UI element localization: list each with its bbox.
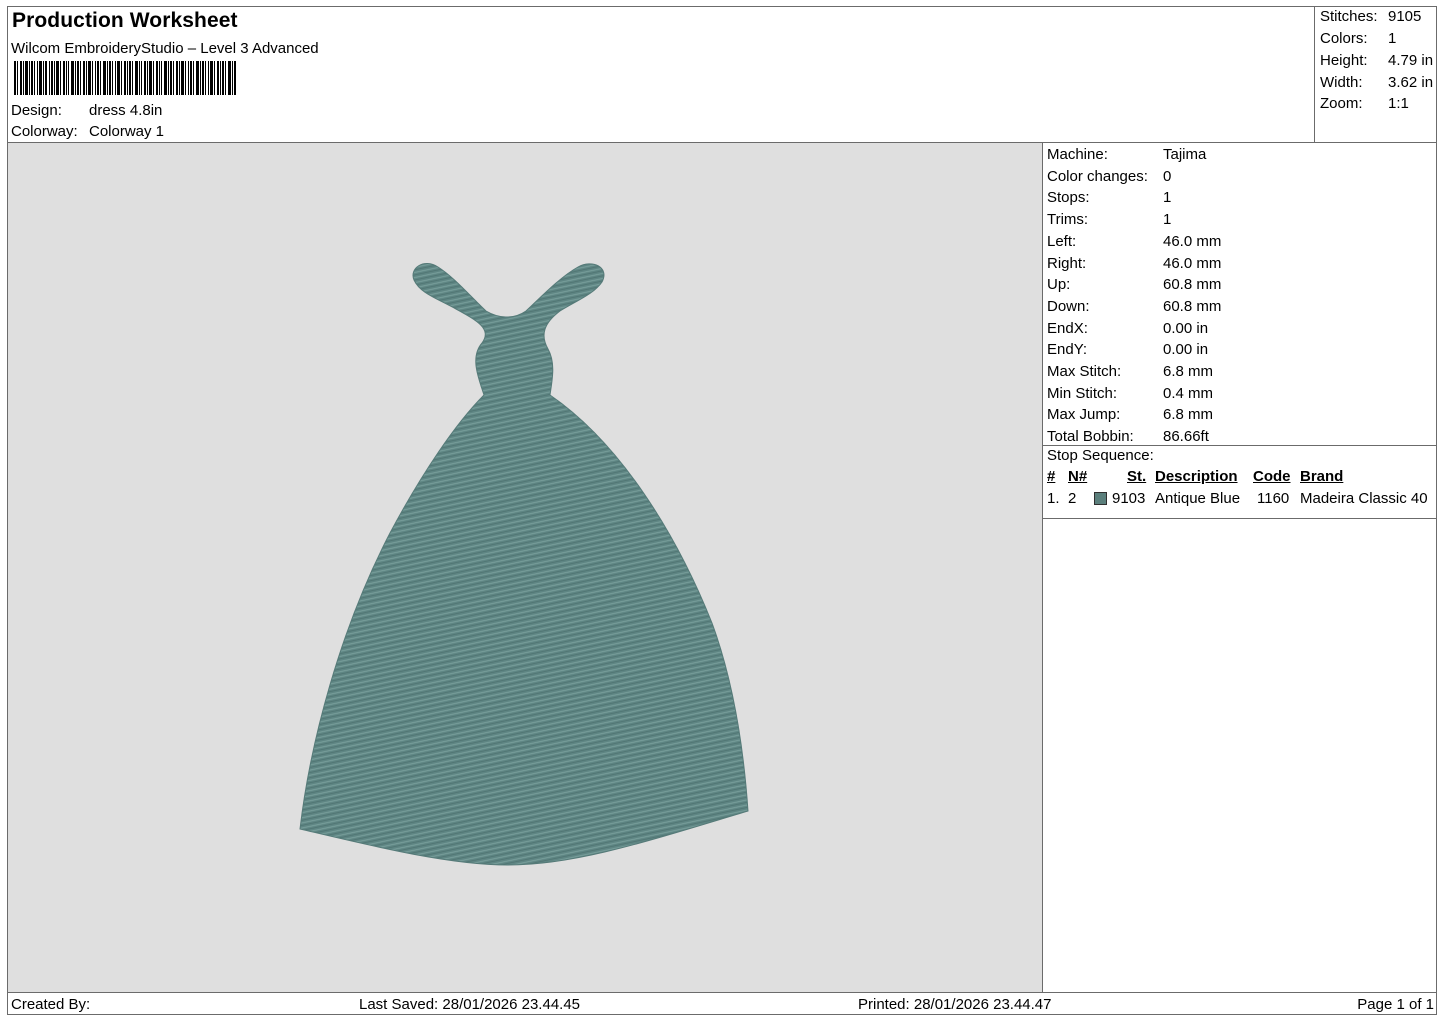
dress-embroidery-image xyxy=(299,263,749,866)
info-row: Max Jump: 6.8 mm xyxy=(1047,406,1213,423)
info-row: Left: 46.0 mm xyxy=(1047,233,1221,250)
info-label: Total Bobbin: xyxy=(1047,428,1134,446)
width-row: Width: 3.62 in xyxy=(1320,74,1433,91)
barcode-image xyxy=(14,61,236,95)
info-value: 60.8 mm xyxy=(1163,276,1222,294)
stitches-row: Stitches: 9105 xyxy=(1320,8,1421,25)
row-brand: Madeira Classic 40 xyxy=(1300,490,1428,507)
stitches-label: Stitches: xyxy=(1320,8,1378,25)
last-saved: Last Saved: 28/01/2026 23.44.45 xyxy=(359,996,581,1013)
info-row: Trims: 1 xyxy=(1047,211,1171,228)
info-value: 60.8 mm xyxy=(1163,297,1222,315)
info-label: Min Stitch: xyxy=(1047,384,1118,402)
info-label: Max Jump: xyxy=(1047,406,1121,424)
info-divider xyxy=(1043,445,1437,446)
info-value: 0.4 mm xyxy=(1163,384,1214,402)
info-value: Tajima xyxy=(1163,146,1207,163)
width-value: 3.62 in xyxy=(1388,74,1434,91)
info-label: Trims: xyxy=(1047,211,1089,229)
info-label: Max Stitch: xyxy=(1047,363,1122,380)
info-row: Right: 46.0 mm xyxy=(1047,255,1221,272)
info-row: Color changes: 0 xyxy=(1047,168,1171,185)
zoom-label: Zoom: xyxy=(1320,95,1363,112)
info-value: 46.0 mm xyxy=(1163,232,1222,250)
machine-info-panel: Machine: Tajima Color changes: 0 Stops: 1 Trim… xyxy=(1043,143,1437,992)
info-label: Up: xyxy=(1047,276,1071,294)
colors-value: 1 xyxy=(1388,30,1397,47)
info-row: Down: 60.8 mm xyxy=(1047,298,1221,315)
col-header-code: Code xyxy=(1253,468,1291,485)
info-value: 6.8 mm xyxy=(1163,406,1214,424)
col-header-needle: N# xyxy=(1068,468,1088,485)
stop-sequence-title: Stop Sequence: xyxy=(1047,447,1154,464)
software-name: Wilcom EmbroideryStudio – Level 3 Advanc… xyxy=(11,40,319,57)
info-label: Left: xyxy=(1047,232,1077,250)
info-label: EndY: xyxy=(1047,341,1088,359)
row-code: 1160 xyxy=(1257,490,1290,507)
info-label: Color changes: xyxy=(1047,167,1148,185)
info-label: Right: xyxy=(1047,254,1087,272)
design-label: Design: xyxy=(11,102,62,119)
info-value: 0 xyxy=(1163,167,1172,185)
row-description: Antique Blue xyxy=(1155,490,1241,507)
info-value: 1 xyxy=(1163,211,1172,229)
stop-sequence-divider xyxy=(1043,518,1437,519)
colorway-value: Colorway 1 xyxy=(89,123,165,140)
design-value: dress 4.8in xyxy=(89,102,163,119)
page-number: Page 1 of 1 xyxy=(1357,996,1434,1013)
thread-color-swatch xyxy=(1094,492,1107,505)
info-row: Min Stitch: 0.4 mm xyxy=(1047,385,1213,402)
printed-date: Printed: 28/01/2026 23.44.47 xyxy=(858,996,1052,1013)
worksheet-title: Production Worksheet xyxy=(12,9,238,32)
colorway-row: Colorway: Colorway 1 xyxy=(11,123,164,140)
height-label: Height: xyxy=(1320,52,1368,69)
col-header-num: # xyxy=(1047,468,1056,485)
zoom-value: 1:1 xyxy=(1388,95,1409,112)
info-value: 46.0 mm xyxy=(1163,254,1222,272)
info-value: 0.00 in xyxy=(1163,319,1209,337)
summary-box: Stitches: 9105 Colors: 1 Height: 4.79 in Wi… xyxy=(1314,7,1436,142)
info-value: 6.8 mm xyxy=(1163,363,1214,380)
info-value: 0.00 in xyxy=(1163,341,1209,359)
colors-label: Colors: xyxy=(1320,30,1368,47)
info-label: Down: xyxy=(1047,297,1090,315)
info-row: EndY: 0.00 in xyxy=(1047,341,1208,358)
design-row: Design: dress 4.8in xyxy=(11,102,162,119)
info-label: Machine: xyxy=(1047,146,1108,163)
info-row: Machine: Tajima xyxy=(1047,146,1206,163)
info-row: Max Stitch: 6.8 mm xyxy=(1047,363,1213,380)
row-stitch: 9103 xyxy=(1112,490,1146,507)
row-needle: 2 xyxy=(1068,490,1077,507)
info-row: EndX: 0.00 in xyxy=(1047,320,1208,337)
stitches-value: 9105 xyxy=(1388,8,1422,25)
col-header-description: Description xyxy=(1155,468,1238,485)
created-by: Created By: xyxy=(11,996,91,1013)
col-header-stitch: St. xyxy=(1127,468,1147,485)
row-num: 1. xyxy=(1047,490,1060,507)
col-header-brand: Brand xyxy=(1300,468,1344,485)
colors-row: Colors: 1 xyxy=(1320,30,1396,47)
info-value: 1 xyxy=(1163,189,1172,207)
zoom-row: Zoom: 1:1 xyxy=(1320,95,1409,112)
info-row: Total Bobbin: 86.66ft xyxy=(1047,428,1209,445)
colorway-label: Colorway: xyxy=(11,123,78,140)
height-value: 4.79 in xyxy=(1388,52,1434,69)
info-label: EndX: xyxy=(1047,319,1088,337)
info-row: Stops: 1 xyxy=(1047,189,1171,206)
width-label: Width: xyxy=(1320,74,1363,91)
production-worksheet: Production Worksheet Wilcom EmbroiderySt… xyxy=(7,6,1437,1015)
info-row: Up: 60.8 mm xyxy=(1047,276,1221,293)
height-row: Height: 4.79 in xyxy=(1320,52,1433,69)
info-value: 86.66ft xyxy=(1163,428,1209,446)
footer-divider xyxy=(8,992,1436,993)
design-preview xyxy=(8,143,1043,992)
info-label: Stops: xyxy=(1047,189,1090,207)
